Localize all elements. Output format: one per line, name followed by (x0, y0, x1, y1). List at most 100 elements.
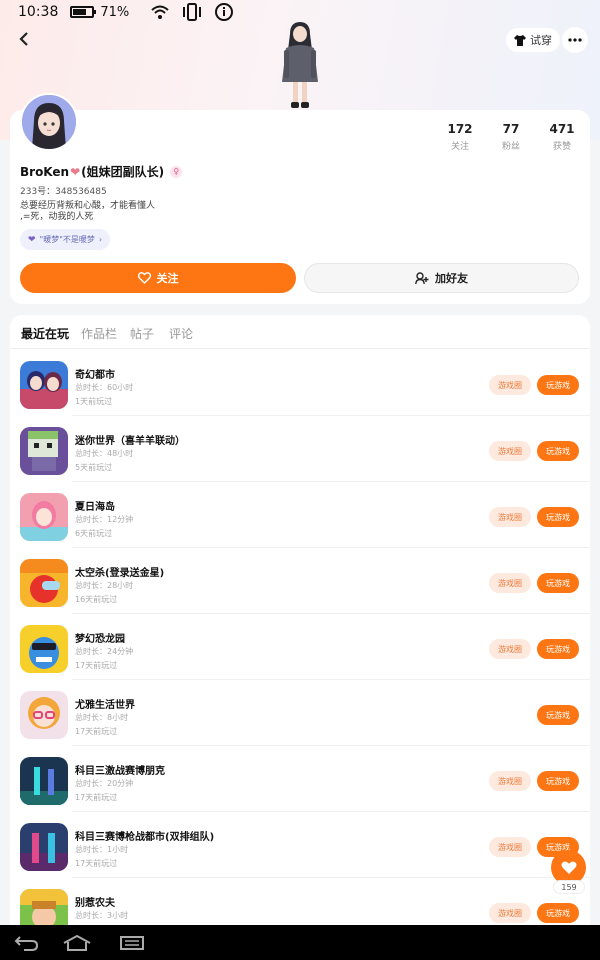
game-row[interactable]: 太空杀(登录送金星) 总时长：28小时 16天前玩过 游戏圈 玩游戏 (10, 548, 590, 614)
game-last-played: 17天前玩过 (75, 859, 118, 868)
game-row[interactable]: 尤雅生活世界 总时长：8小时 17天前玩过 玩游戏 (10, 680, 590, 746)
game-circle-button[interactable]: 游戏圈 (489, 441, 531, 461)
bio-line-1: 总要经历背叛和心酸，才能看懂人 (20, 201, 156, 211)
follow-heart-icon (137, 272, 151, 284)
game-duration: 总时长：60小时 (75, 383, 134, 392)
following-count: 172 (447, 122, 473, 136)
tab-comments[interactable]: 评论 (169, 325, 193, 342)
heart-filled-icon (561, 861, 576, 874)
chevron-right-icon: › (98, 235, 103, 244)
follow-label: 关注 (156, 272, 179, 285)
game-duration: 总时长：1小时 (75, 845, 129, 854)
game-circle-button[interactable]: 游戏圈 (489, 771, 531, 791)
game-last-played: 17天前玩过 (75, 661, 118, 670)
likes-label: 获赞 (552, 142, 571, 152)
game-name: 梦幻恐龙园 (75, 634, 125, 645)
game-last-played: 5天前玩过 (75, 463, 113, 472)
tab-works[interactable]: 作品栏 (81, 325, 117, 342)
game-name: 夏日海岛 (75, 502, 115, 513)
play-game-button[interactable]: 玩游戏 (537, 375, 579, 395)
nav-home-icon[interactable] (62, 933, 92, 953)
tab-posts[interactable]: 帖子 (130, 325, 154, 342)
following-label: 关注 (450, 142, 469, 152)
play-game-button[interactable]: 玩游戏 (537, 903, 579, 923)
user-avatar[interactable] (20, 93, 78, 151)
mini-world-icon (20, 427, 68, 475)
game-circle-button[interactable]: 游戏圈 (489, 507, 531, 527)
stat-followers[interactable]: 77 粉丝 (488, 122, 534, 152)
game-duration: 总时长：3小时 (75, 911, 129, 920)
character-3d-figure[interactable] (272, 20, 328, 112)
like-count-badge: 159 (553, 880, 585, 894)
recent-games-card: 最近在玩 作品栏 帖子 评论 奇幻都市 总时长：60小时 1天前玩过 游戏圈 玩… (10, 315, 590, 935)
shirt-icon (514, 34, 526, 46)
more-options-button[interactable] (562, 27, 588, 53)
play-game-button[interactable]: 玩游戏 (537, 507, 579, 527)
play-game-button[interactable]: 玩游戏 (537, 705, 579, 725)
back-button[interactable] (14, 29, 34, 49)
game-row[interactable]: 夏日海岛 总时长：12分钟 6天前玩过 游戏圈 玩游戏 (10, 482, 590, 548)
user-bio: 总要经历背叛和心酸，才能看懂人 ,=死，动我的人死 (20, 201, 155, 223)
cyber-gun-city-icon (20, 823, 68, 871)
vibrate-icon (181, 1, 203, 23)
game-circle-button[interactable]: 游戏圈 (489, 903, 531, 923)
status-time: 10:38 (18, 4, 59, 20)
game-duration: 总时长：24分钟 (75, 647, 134, 656)
try-on-button[interactable]: 试穿 (506, 28, 560, 52)
likes-count: 471 (549, 122, 575, 136)
game-circle-button[interactable]: 游戏圈 (489, 375, 531, 395)
game-duration: 总时长：48小时 (75, 449, 134, 458)
relationship-tag-label: "暖梦"不是暖梦 (39, 235, 95, 244)
game-name: 奇幻都市 (75, 370, 115, 381)
game-duration: 总时长：8小时 (75, 713, 129, 722)
profile-tabs: 最近在玩 作品栏 帖子 评论 (10, 315, 590, 349)
summer-island-icon (20, 493, 68, 541)
nav-back-icon[interactable] (12, 933, 42, 953)
user-name: BroKen (20, 164, 70, 179)
game-last-played: 16天前玩过 (75, 595, 118, 604)
broken-heart-icon: ❤ (70, 164, 81, 179)
nav-recents-icon[interactable] (117, 933, 147, 953)
followers-count: 77 (502, 122, 520, 136)
gender-badge-icon: ♀ (170, 165, 183, 178)
game-row[interactable]: 科目三激战赛博朋克 总时长：20分钟 17天前玩过 游戏圈 玩游戏 (10, 746, 590, 812)
game-last-played: 17天前玩过 (75, 793, 118, 802)
game-last-played: 17天前玩过 (75, 727, 118, 736)
play-game-button[interactable]: 玩游戏 (537, 441, 579, 461)
game-duration: 总时长：12分钟 (75, 515, 134, 524)
relationship-tag[interactable]: ❤ "暖梦"不是暖梦 › (20, 229, 111, 250)
followers-label: 粉丝 (501, 142, 520, 152)
stat-following[interactable]: 172 关注 (437, 122, 483, 152)
game-last-played: 1天前玩过 (75, 397, 113, 406)
game-circle-button[interactable]: 游戏圈 (489, 573, 531, 593)
add-user-icon (415, 271, 429, 284)
wifi-icon (149, 1, 171, 23)
game-row[interactable]: 科目三赛博枪战都市(双排组队) 总时长：1小时 17天前玩过 游戏圈 玩游戏 (10, 812, 590, 878)
game-circle-button[interactable]: 游戏圈 (489, 639, 531, 659)
ellipsis-icon (568, 38, 582, 42)
game-name: 迷你世界（喜羊羊联动） (75, 436, 185, 447)
avatar-portrait (22, 95, 76, 149)
play-game-button[interactable]: 玩游戏 (537, 639, 579, 659)
game-row[interactable]: 奇幻都市 总时长：60小时 1天前玩过 游戏圈 玩游戏 (10, 350, 590, 416)
play-game-button[interactable]: 玩游戏 (537, 771, 579, 791)
chevron-left-icon (19, 32, 28, 46)
bio-line-2: ,=死，动我的人死 (20, 212, 94, 222)
play-game-button[interactable]: 玩游戏 (537, 573, 579, 593)
add-friend-button[interactable]: 加好友 (304, 263, 579, 293)
tab-recent-play[interactable]: 最近在玩 (21, 325, 69, 342)
add-friend-label: 加好友 (435, 272, 468, 285)
game-name: 太空杀(登录送金星) (75, 568, 165, 579)
game-name: 别惹农夫 (75, 898, 115, 909)
heart-icon: ❤ (28, 234, 36, 245)
game-row[interactable]: 梦幻恐龙园 总时长：24分钟 17天前玩过 游戏圈 玩游戏 (10, 614, 590, 680)
game-name: 尤雅生活世界 (75, 700, 135, 711)
game-row[interactable]: 迷你世界（喜羊羊联动） 总时长：48小时 5天前玩过 游戏圈 玩游戏 (10, 416, 590, 482)
game-name: 科目三赛博枪战都市(双排组队) (75, 832, 215, 843)
follow-button[interactable]: 关注 (20, 263, 296, 293)
stat-likes[interactable]: 471 获赞 (539, 122, 585, 152)
game-name: 科目三激战赛博朋克 (75, 766, 165, 777)
youya-life-icon (20, 691, 68, 739)
game-circle-button[interactable]: 游戏圈 (489, 837, 531, 857)
game-last-played: 6天前玩过 (75, 529, 113, 538)
